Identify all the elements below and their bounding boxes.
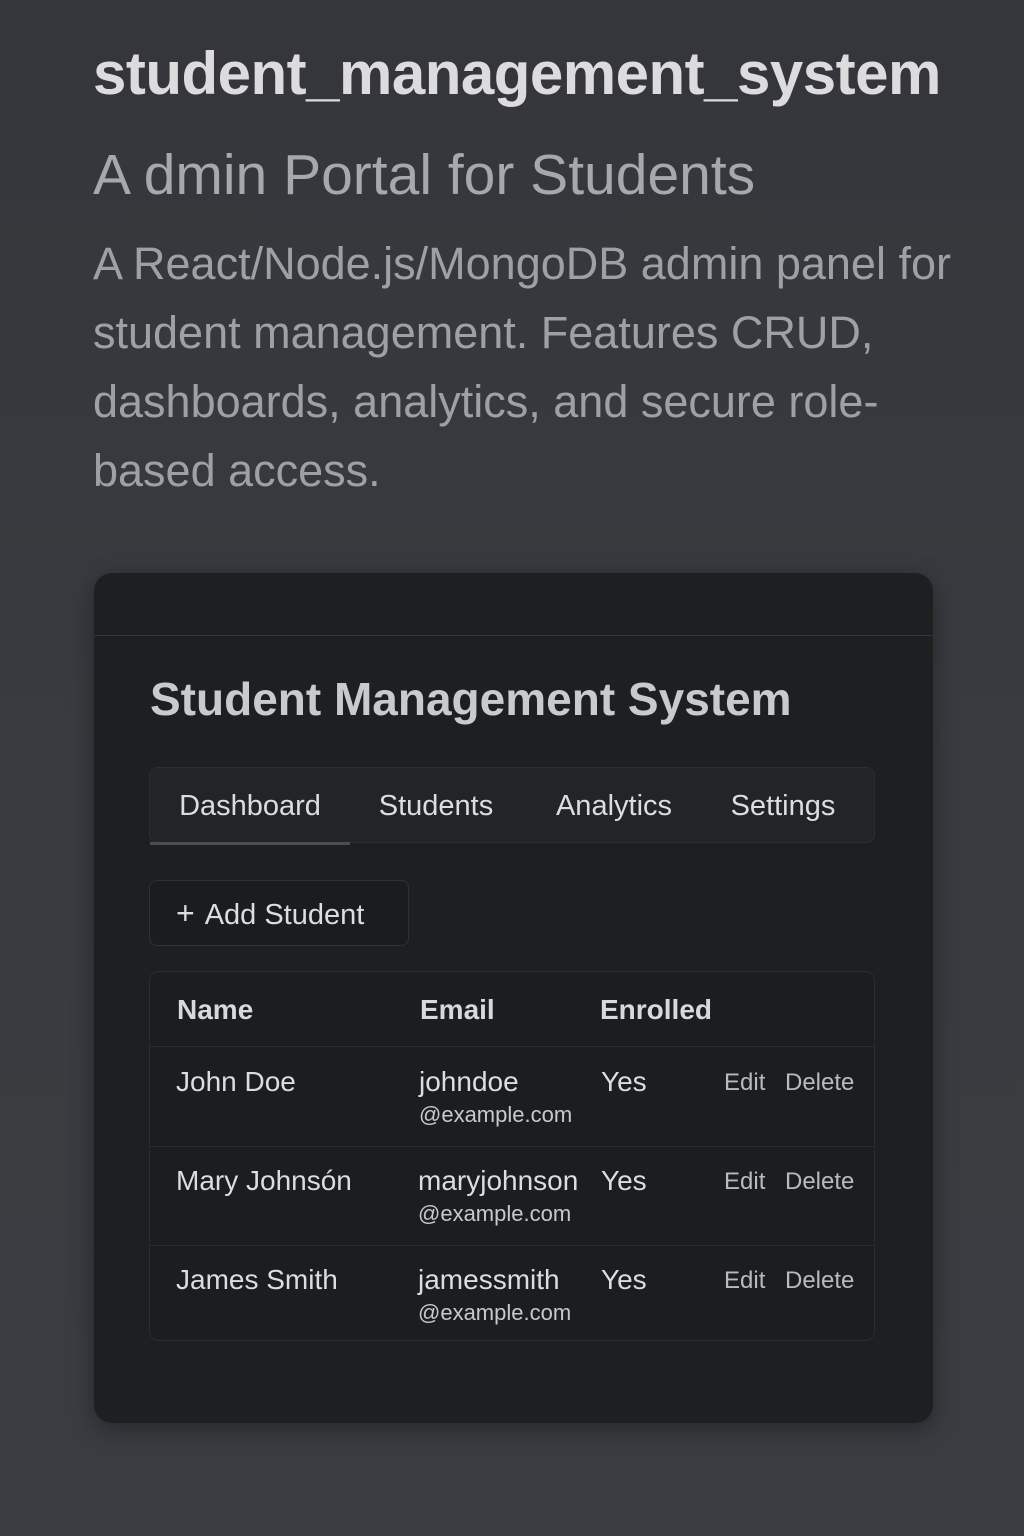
table-row: John Doe johndoe @example.com Yes Edit D… (150, 1047, 874, 1147)
students-table: Name Email Enrolled John Doe johndoe @ex… (149, 971, 875, 1341)
student-email: jamessmith @example.com (418, 1263, 571, 1329)
table-row: James Smith jamessmith @example.com Yes … (150, 1245, 874, 1344)
student-name: Mary Johnsón (176, 1165, 352, 1196)
email-domain: @example.com (418, 1201, 572, 1226)
email-user: jamessmith (418, 1264, 560, 1295)
student-email: johndoe @example.com (419, 1065, 572, 1131)
repo-description: A React/Node.js/MongoDB admin panel for … (93, 238, 951, 496)
tab-settings[interactable]: Settings (706, 768, 860, 844)
delete-button[interactable]: Delete (785, 1265, 854, 1297)
tab-dashboard[interactable]: Dashboard (150, 768, 350, 845)
app-preview-window: Student Management System Dashboard Stud… (94, 573, 933, 1423)
plus-icon: + (176, 895, 195, 931)
add-student-button[interactable]: + Add Student (149, 880, 409, 946)
email-user: johndoe (419, 1066, 519, 1097)
tab-bar: Dashboard Students Analytics Settings (149, 767, 875, 845)
delete-button[interactable]: Delete (785, 1067, 854, 1099)
table-row: Mary Johnsón maryjohnson @example.com Ye… (150, 1146, 874, 1246)
enrolled-status: Yes (601, 1066, 647, 1097)
student-name: James Smith (176, 1264, 338, 1295)
add-student-label: Add Student (204, 899, 365, 931)
repo-subtitle: A dmin Portal for Students (93, 143, 756, 207)
edit-button[interactable]: Edit (724, 1265, 765, 1297)
window-topbar (94, 573, 933, 636)
column-header-email: Email (420, 994, 495, 1025)
student-email: maryjohnson @example.com (418, 1164, 578, 1230)
repo-title: student_management_system (93, 40, 941, 107)
email-domain: @example.com (419, 1102, 573, 1127)
edit-button[interactable]: Edit (724, 1067, 765, 1099)
column-header-name: Name (177, 994, 254, 1025)
email-user: maryjohnson (418, 1165, 579, 1196)
edit-button[interactable]: Edit (724, 1166, 765, 1198)
enrolled-status: Yes (601, 1264, 647, 1295)
tab-analytics[interactable]: Analytics (528, 768, 700, 844)
app-title: Student Management System (150, 673, 792, 725)
delete-button[interactable]: Delete (785, 1166, 854, 1198)
tab-students[interactable]: Students (350, 768, 522, 844)
enrolled-status: Yes (601, 1165, 647, 1196)
student-name: John Doe (176, 1066, 296, 1097)
column-header-enrolled: Enrolled (600, 994, 713, 1025)
table-header: Name Email Enrolled (150, 972, 874, 1047)
email-domain: @example.com (418, 1300, 572, 1325)
